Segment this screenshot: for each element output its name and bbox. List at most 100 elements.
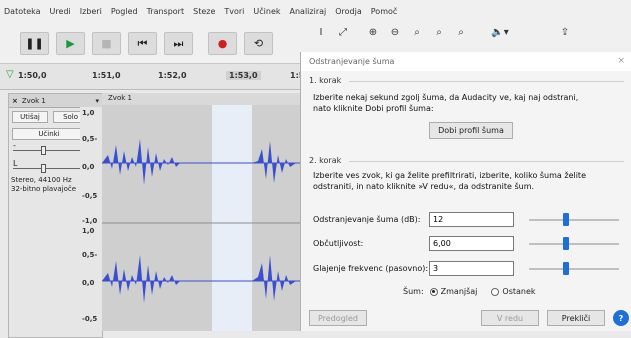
pan-left-label: L	[13, 159, 18, 168]
selection-tool-icon[interactable]: I	[312, 24, 330, 40]
close-icon[interactable]: ×	[617, 56, 625, 66]
sensitivity-input[interactable]	[429, 236, 514, 251]
menu-item[interactable]: Analiziraj	[290, 7, 327, 16]
step1-text-line: nato kliknite Dobi profil šuma:	[313, 104, 434, 113]
scale-label: -0,5	[82, 192, 98, 200]
menu-item[interactable]: Tvori	[224, 7, 244, 16]
pause-button[interactable]: ❚❚	[20, 32, 49, 55]
menu-item[interactable]: Steze	[193, 7, 215, 16]
pause-icon: ❚❚	[25, 37, 44, 50]
scale-label: -1,0	[82, 217, 98, 225]
frequency-smoothing-label: Glajenje frekvenc (pasovno):	[313, 264, 429, 273]
channel-1-wave	[102, 139, 300, 185]
track-menu-icon[interactable]: ▾	[95, 97, 99, 105]
divider	[349, 81, 624, 82]
waveform-area[interactable]: Zvok 1	[102, 93, 300, 331]
scale-label: 0,0	[82, 279, 95, 287]
effects-button[interactable]: Učinki	[12, 128, 86, 140]
clip-title: Zvok 1	[108, 94, 132, 102]
ok-button[interactable]: V redu	[481, 310, 539, 326]
stop-button[interactable]: ■	[92, 32, 121, 55]
clip-title-bar[interactable]: Zvok 1	[102, 93, 300, 105]
help-button[interactable]: ?	[613, 310, 629, 326]
menu-item[interactable]: Orodja	[335, 7, 362, 16]
menu-item[interactable]: Transport	[147, 7, 185, 16]
loop-button[interactable]: ⟲	[244, 32, 273, 55]
dialog-title-bar[interactable]: Odstranjevanje šuma	[301, 52, 631, 71]
reduce-label: Zmanjšaj	[440, 287, 478, 296]
preview-button[interactable]: Predogled	[309, 310, 367, 326]
zoom-in-icon[interactable]: ⊕	[364, 24, 382, 40]
scale-label: 0,5-	[82, 251, 98, 259]
channel-2-wave	[102, 255, 300, 303]
timeline-ruler[interactable]: ▽ 1:50,0 1:51,0 1:52,0 1:53,0 1:5	[0, 64, 304, 90]
slider-thumb[interactable]	[562, 213, 569, 226]
sensitivity-slider[interactable]	[529, 236, 619, 252]
fit-selection-icon[interactable]: ⌕	[408, 24, 426, 40]
residue-label: Ostanek	[502, 287, 536, 296]
envelope-tool-icon[interactable]: ⤢	[334, 24, 352, 40]
ruler-tick: 1:52,0	[158, 71, 187, 80]
menu-item[interactable]: Uredi	[50, 7, 71, 16]
radio-selected-icon	[429, 287, 438, 296]
mute-button[interactable]: Utišaj	[12, 111, 48, 123]
play-head-icon: ▽	[6, 69, 14, 80]
gain-minus-label: -	[13, 141, 16, 150]
menu-item[interactable]: Izberi	[80, 7, 102, 16]
noise-reduction-input[interactable]	[429, 212, 514, 227]
divider	[349, 161, 624, 162]
ruler-tick: 1:50,0	[18, 71, 47, 80]
step1-text: Izberite nekaj sekund zgolj šuma, da Aud…	[313, 92, 603, 114]
menu-item[interactable]: Učinek	[253, 7, 280, 16]
zoom-toggle-icon[interactable]: ⌕	[452, 24, 470, 40]
sensitivity-label: Občutljivost:	[313, 239, 364, 248]
record-button[interactable]: ●	[208, 32, 237, 55]
track-name[interactable]: Zvok 1	[22, 97, 46, 105]
frequency-smoothing-input[interactable]	[429, 261, 514, 276]
step1-text-line: Izberite nekaj sekund zgolj šuma, da Aud…	[313, 93, 579, 102]
fit-project-icon[interactable]: ⌕	[430, 24, 448, 40]
track-header[interactable]: × Zvok 1 ▾	[9, 94, 102, 108]
zoom-out-icon[interactable]: ⊖	[386, 24, 404, 40]
ruler-tick: 1:53,0	[226, 71, 261, 80]
radio-icon	[491, 287, 500, 296]
cancel-button[interactable]: Prekliči	[547, 310, 605, 326]
play-button[interactable]: ▶	[56, 32, 85, 55]
ruler-tick: 1:51,0	[92, 71, 121, 80]
dialog-title: Odstranjevanje šuma	[309, 57, 395, 66]
noise-reduction-label: Odstranjevanje šuma (dB):	[313, 215, 421, 224]
frequency-smoothing-slider[interactable]	[529, 261, 619, 277]
noise-mode-label: Šum:	[403, 287, 424, 296]
noise-reduction-slider[interactable]	[529, 212, 619, 228]
scale-label: 1,0	[82, 109, 95, 117]
scale-label: 0,0	[82, 163, 95, 171]
skip-end-button[interactable]: ⏭	[164, 32, 193, 55]
step2-text-line: odstraniti, in nato kliknite »V redu«, d…	[313, 182, 535, 191]
noise-mode-group: Šum: Zmanjšaj Ostanek	[403, 287, 536, 296]
scale-label: -0,5	[82, 315, 98, 323]
record-icon: ●	[217, 37, 228, 50]
audio-setup-icon[interactable]: 🔈▾	[488, 24, 512, 40]
share-audio-icon[interactable]: ⇪	[556, 24, 574, 40]
step2-text: Izberite ves zvok, ki ga želite prefiltr…	[313, 170, 603, 192]
skip-end-icon: ⏭	[173, 36, 184, 50]
menu-item[interactable]: Datoteka	[4, 7, 41, 16]
close-track-icon[interactable]: ×	[12, 97, 18, 105]
loop-icon: ⟲	[253, 37, 264, 50]
vertical-scale: 1,0 0,5- 0,0 -0,5 -1,0 1,0 0,5- 0,0 -0,5	[80, 107, 102, 333]
skip-start-button[interactable]: ⏮	[128, 32, 157, 55]
residue-radio[interactable]: Ostanek	[491, 287, 536, 296]
menu-item[interactable]: Pogled	[111, 7, 138, 16]
slider-thumb[interactable]	[562, 262, 569, 275]
menu-bar: Datoteka Uredi Izberi Pogled Transport Steze T…	[0, 0, 631, 22]
menu-item[interactable]: Pomoč	[371, 7, 398, 16]
play-icon: ▶	[66, 37, 75, 50]
step2-header: 2. korak	[309, 156, 342, 165]
get-noise-profile-button[interactable]: Dobi profil šuma	[429, 122, 513, 139]
slider-thumb[interactable]	[562, 237, 569, 250]
stop-icon: ■	[101, 37, 112, 50]
reduce-radio[interactable]: Zmanjšaj	[429, 287, 478, 296]
scale-label: 0,5-	[82, 135, 98, 143]
scale-label: 1,0	[82, 227, 95, 235]
noise-reduction-dialog: Odstranjevanje šuma × 1. korak Izberite …	[300, 52, 631, 331]
